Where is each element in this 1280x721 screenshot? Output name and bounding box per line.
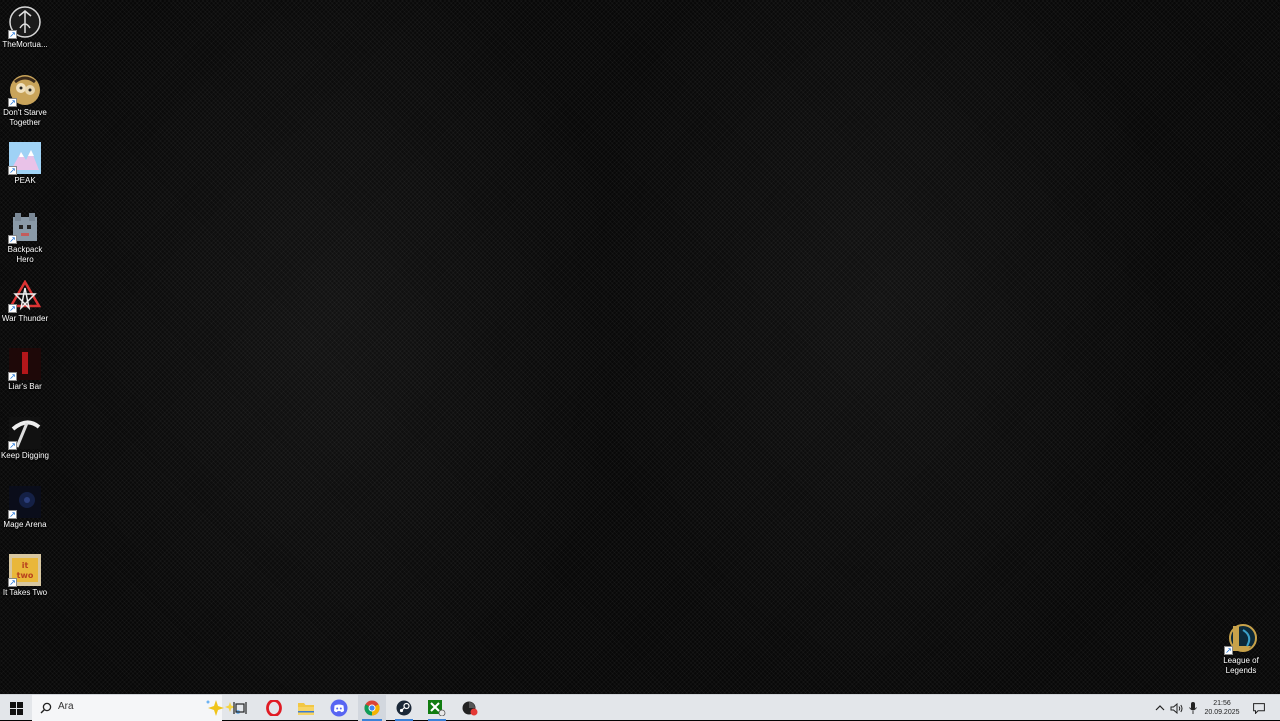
desktop-icon-label: League of Legends (1223, 656, 1259, 675)
show-hidden-icons-button[interactable] (1152, 695, 1168, 721)
search-placeholder: Ara (58, 701, 74, 712)
clock-time: 21:56 (1213, 700, 1231, 707)
it-takes-two-icon: it two ↗ (8, 554, 41, 587)
desktop-icon-league-of-legends[interactable]: ↗ League of Legends (1216, 622, 1266, 676)
mage-arena-icon: ↗ (8, 486, 41, 519)
search-icon (40, 702, 52, 714)
desktop-icon-label: Mage Arena (3, 520, 47, 529)
desktop-icon-it-takes-two[interactable]: it two ↗ It Takes Two (0, 554, 50, 598)
clock-date: 20.09.2025 (1204, 709, 1240, 716)
search-box[interactable]: Ara (32, 695, 240, 721)
chrome-icon (364, 700, 380, 716)
discord-icon (330, 699, 348, 717)
task-view-icon (233, 702, 247, 714)
desktop-icon-label: Don't Starve Together (3, 108, 47, 127)
task-view-button[interactable] (228, 695, 252, 721)
taskbar-steam-button[interactable] (391, 695, 417, 721)
taskbar-xbox-button[interactable] (424, 695, 450, 721)
desktop-icon-label: Liar's Bar (8, 382, 42, 391)
dont-starve-together-icon: ↗ (8, 74, 41, 107)
desktop-icon-backpack-hero[interactable]: ↗ Backpack Hero (0, 211, 50, 265)
speaker-icon (1170, 702, 1183, 714)
taskbar-opera-button[interactable] (261, 695, 287, 721)
league-of-legends-icon: ↗ (1224, 622, 1257, 655)
desktop-icon-mage-arena[interactable]: ↗ Mage Arena (0, 486, 50, 530)
xbox-app-icon (428, 700, 446, 716)
desktop-icon-label: PEAK (14, 176, 36, 185)
microphone-button[interactable] (1185, 695, 1200, 721)
microphone-icon (1188, 702, 1197, 714)
svg-text:it: it (22, 561, 29, 570)
taskbar-chrome-button[interactable] (358, 695, 386, 721)
start-button[interactable] (0, 695, 32, 721)
desktop-icon-label: Keep Digging (0, 451, 50, 460)
desktop-icon-label: Backpack Hero (7, 245, 43, 264)
desktop-icon-label: War Thunder (1, 314, 49, 323)
volume-button[interactable] (1168, 695, 1185, 721)
keep-digging-icon: ↗ (8, 417, 41, 450)
liars-bar-icon: ↗ (8, 348, 41, 381)
war-thunder-icon: ↗ (8, 279, 42, 313)
svg-text:two: two (17, 571, 34, 580)
clock[interactable]: 21:56 20.09.2025 (1201, 695, 1243, 721)
taskbar-discord-button[interactable] (326, 695, 352, 721)
desktop-icon-peak[interactable]: ↗ PEAK (0, 142, 50, 186)
taskbar-riot-client-button[interactable] (457, 695, 483, 721)
notification-icon (1253, 702, 1265, 714)
desktop-icon-label: TheMortua... (2, 40, 48, 49)
chevron-up-icon (1155, 705, 1165, 711)
desktop-icon-themortuary[interactable]: ↗ TheMortua... (0, 6, 50, 50)
themortuary-icon: ↗ (8, 6, 41, 39)
backpack-hero-icon: ↗ (8, 211, 41, 244)
desktop-icon-liars-bar[interactable]: ↗ Liar's Bar (0, 348, 50, 392)
taskbar: Ara 21:56 20.09.2025 (0, 694, 1280, 721)
desktop-icon-keep-digging[interactable]: ↗ Keep Digging (0, 417, 50, 461)
desktop-icon-dont-starve-together[interactable]: ↗ Don't Starve Together (0, 74, 50, 128)
windows-logo-icon (9, 701, 23, 715)
steam-icon (396, 700, 412, 716)
peak-icon: ↗ (8, 142, 41, 175)
desktop-icon-war-thunder[interactable]: ↗ War Thunder (0, 279, 50, 324)
notifications-button[interactable] (1248, 695, 1270, 721)
opera-icon (266, 700, 282, 716)
folder-icon (298, 703, 314, 715)
desktop-icon-label: It Takes Two (2, 588, 48, 597)
game-client-icon (462, 701, 478, 716)
taskbar-file-explorer-button[interactable] (293, 695, 319, 721)
desktop: ↗ TheMortua... ↗ Don't Starve Together ↗… (0, 0, 1280, 694)
